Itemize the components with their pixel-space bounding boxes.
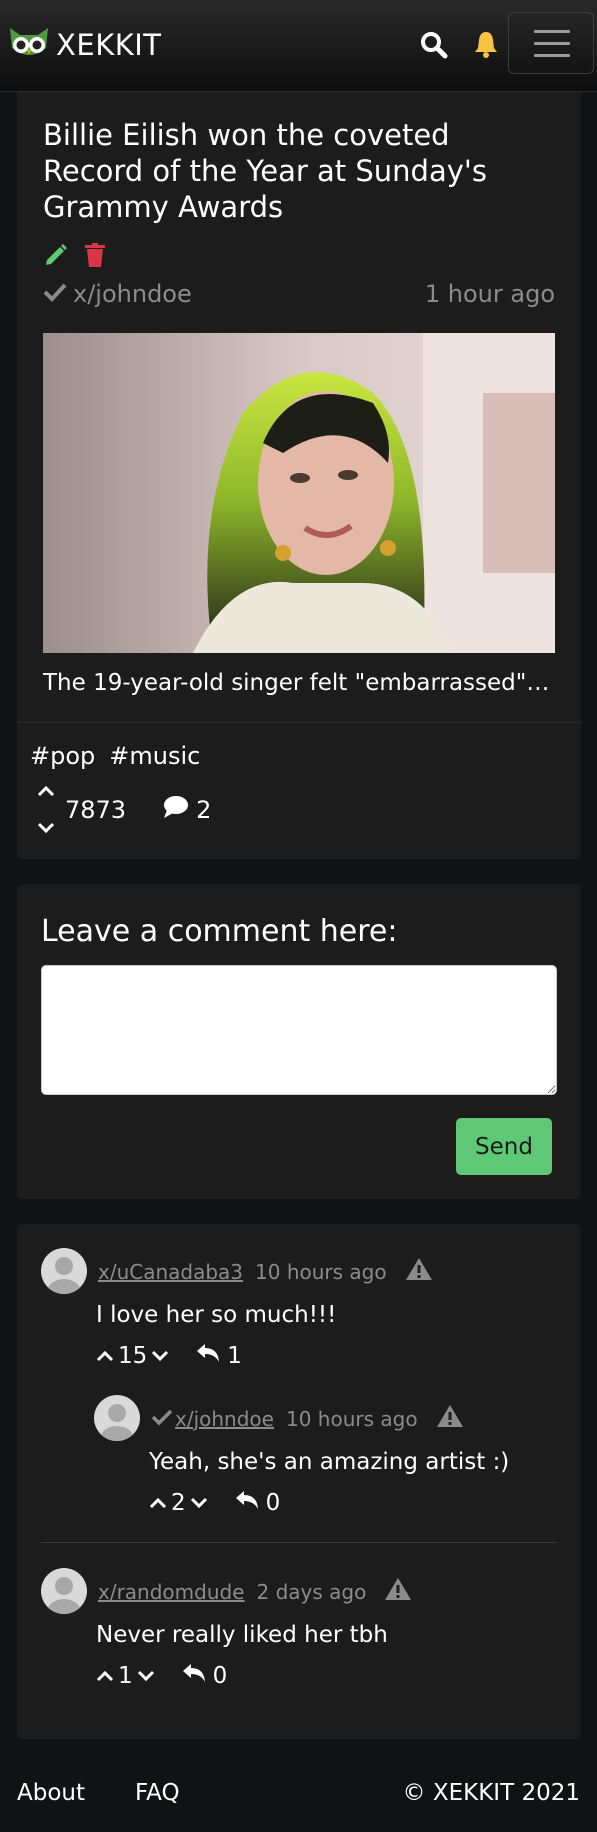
divider <box>17 722 581 723</box>
send-button[interactable]: Send <box>456 1118 552 1175</box>
comment-time: 2 days ago <box>256 1579 367 1604</box>
avatar <box>41 1248 87 1294</box>
divider <box>41 1542 557 1543</box>
comments-list: x/uCanadaba3 10 hours ago I love her so … <box>17 1224 581 1739</box>
comment-vote-count: 15 <box>118 1343 148 1369</box>
post-card: Billie Eilish won the coveted Record of … <box>17 92 581 859</box>
post-time: 1 hour ago <box>424 280 555 308</box>
upvote-icon[interactable] <box>149 1490 167 1516</box>
reply-count: 0 <box>265 1490 281 1516</box>
downvote-icon[interactable] <box>190 1490 208 1516</box>
report-warning-icon[interactable] <box>384 1577 412 1606</box>
reply-button[interactable]: 0 <box>234 1489 281 1517</box>
post-image[interactable] <box>43 333 555 653</box>
comment-text: Yeah, she's an amazing artist :) <box>149 1449 510 1475</box>
downvote-icon[interactable] <box>37 819 55 838</box>
comment-header: x/randomdude 2 days ago <box>98 1577 412 1606</box>
search-icon[interactable] <box>419 30 449 60</box>
comment-header: x/johndoe 10 hours ago <box>151 1404 464 1433</box>
trash-icon[interactable] <box>83 242 107 272</box>
comment-username[interactable]: x/johndoe <box>175 1407 274 1431</box>
upvote-icon[interactable] <box>96 1663 114 1689</box>
comment-count[interactable]: 2 <box>162 795 211 825</box>
comment-username[interactable]: x/uCanadaba3 <box>98 1260 243 1284</box>
downvote-icon[interactable] <box>151 1343 169 1369</box>
comment-bubble-icon <box>162 795 190 825</box>
upvote-icon[interactable] <box>37 782 55 801</box>
footer-faq-link[interactable]: FAQ <box>135 1780 180 1806</box>
bell-icon[interactable] <box>471 29 501 59</box>
avatar <box>41 1568 87 1614</box>
reply-icon <box>181 1662 207 1690</box>
comment-actions: 2 0 <box>149 1489 280 1517</box>
reply-icon <box>234 1489 260 1517</box>
vote-arrows <box>37 782 55 838</box>
comment-actions: 15 1 <box>96 1342 242 1370</box>
post-excerpt: The 19-year-old singer felt "embarrassed… <box>43 670 555 696</box>
vote-count: 7873 <box>65 796 127 824</box>
comment-textarea[interactable] <box>41 965 557 1095</box>
comment-reply: x/johndoe 10 hours ago Yeah, she's an am… <box>17 1370 581 1530</box>
reply-count: 0 <box>212 1663 228 1689</box>
reply-button[interactable]: 0 <box>181 1662 228 1690</box>
comment-text: I love her so much!!! <box>96 1302 337 1328</box>
comment-form-heading: Leave a comment here: <box>41 914 398 949</box>
post-author-name: x/johndoe <box>73 280 192 308</box>
check-icon <box>43 280 67 308</box>
comment: x/uCanadaba3 10 hours ago I love her so … <box>17 1224 581 1384</box>
tag-link[interactable]: #pop <box>30 742 95 770</box>
navbar: XEKKIT <box>0 0 597 92</box>
comment-time: 10 hours ago <box>255 1259 387 1284</box>
footer-about-link[interactable]: About <box>17 1780 85 1806</box>
comment-count-value: 2 <box>196 796 212 824</box>
comment-time: 10 hours ago <box>285 1406 418 1431</box>
comment-actions: 1 0 <box>96 1662 227 1690</box>
post-actions <box>43 242 107 272</box>
comment-vote-count: 2 <box>171 1490 186 1516</box>
comment-username[interactable]: x/randomdude <box>98 1580 245 1604</box>
pencil-icon[interactable] <box>43 242 69 272</box>
upvote-icon[interactable] <box>96 1343 114 1369</box>
owl-logo-icon <box>8 26 50 64</box>
check-icon <box>151 1407 173 1431</box>
avatar <box>94 1395 140 1441</box>
comment-vote-count: 1 <box>118 1663 133 1689</box>
comment-text: Never really liked her tbh <box>96 1622 388 1648</box>
post-votes: 7873 2 <box>37 782 211 838</box>
report-warning-icon[interactable] <box>405 1257 433 1286</box>
tag-link[interactable]: #music <box>109 742 200 770</box>
report-warning-icon[interactable] <box>436 1404 464 1433</box>
reply-button[interactable]: 1 <box>195 1342 242 1370</box>
post-author[interactable]: x/johndoe <box>43 280 192 308</box>
comment-form: Leave a comment here: Send <box>17 884 581 1199</box>
brand-link[interactable]: XEKKIT <box>8 26 162 64</box>
hamburger-menu-button[interactable] <box>508 12 594 74</box>
reply-icon <box>195 1342 221 1370</box>
post-title: Billie Eilish won the coveted Record of … <box>43 118 487 224</box>
footer: About FAQ © XEKKIT 2021 <box>0 1760 597 1832</box>
comment-header: x/uCanadaba3 10 hours ago <box>98 1257 433 1286</box>
footer-copyright: © XEKKIT 2021 <box>402 1780 580 1806</box>
downvote-icon[interactable] <box>137 1663 155 1689</box>
reply-count: 1 <box>227 1343 242 1369</box>
comment: x/randomdude 2 days ago Never really lik… <box>17 1544 581 1704</box>
brand-name: XEKKIT <box>56 28 162 62</box>
post-tags: #pop #music <box>30 742 200 770</box>
